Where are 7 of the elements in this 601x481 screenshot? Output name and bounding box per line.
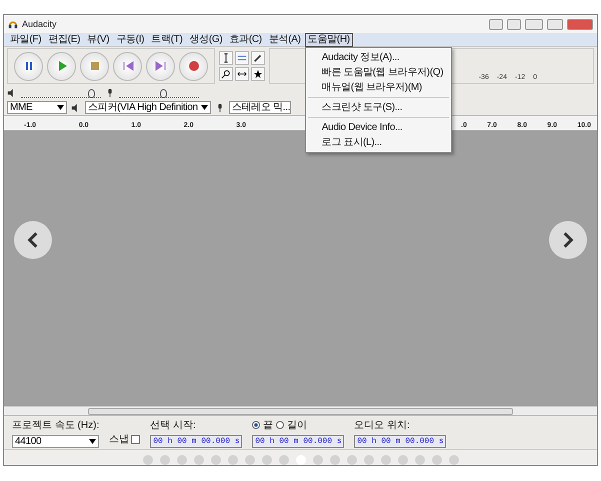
radio-label: 끝 bbox=[263, 419, 274, 432]
radio-label: 길이 bbox=[287, 419, 308, 432]
project-rate-label: 프로젝트 속도 (Hz): bbox=[12, 419, 100, 432]
window-title: Audacity bbox=[22, 19, 58, 29]
snap-label: 스냅 bbox=[109, 433, 130, 446]
selection-start-label: 선택 시작: bbox=[150, 419, 197, 432]
audio-position-label: 오디오 위치: bbox=[354, 419, 411, 432]
